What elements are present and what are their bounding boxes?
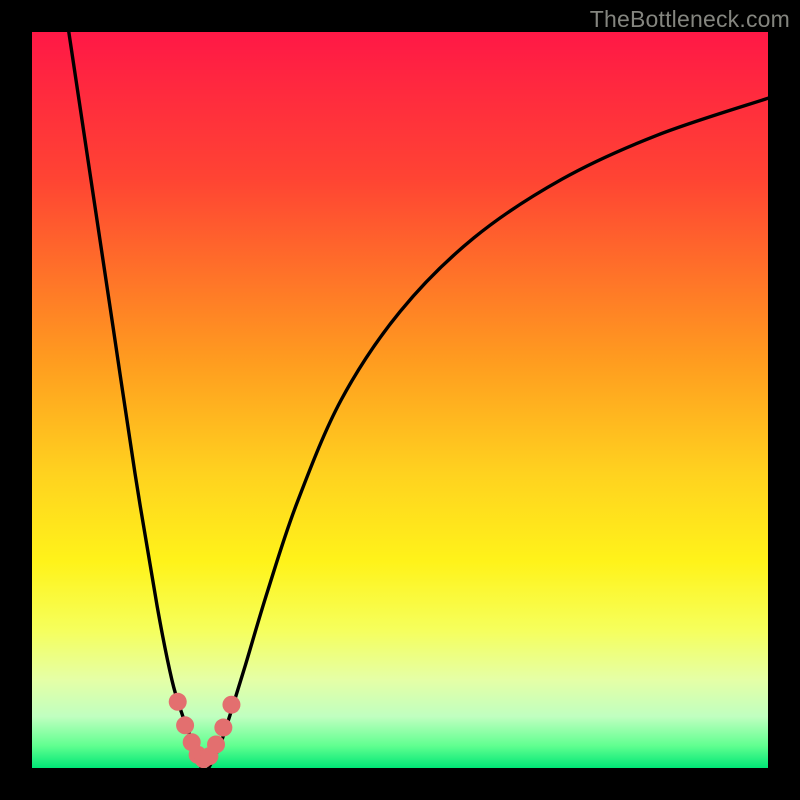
- chart-frame: TheBottleneck.com: [0, 0, 800, 800]
- marker-dot: [214, 719, 232, 737]
- chart-canvas: [32, 32, 768, 768]
- marker-dot: [176, 716, 194, 734]
- chart-plot-area: [32, 32, 768, 768]
- marker-dot: [207, 735, 225, 753]
- marker-dot: [222, 696, 240, 714]
- watermark-text: TheBottleneck.com: [590, 6, 790, 33]
- marker-dot: [169, 693, 187, 711]
